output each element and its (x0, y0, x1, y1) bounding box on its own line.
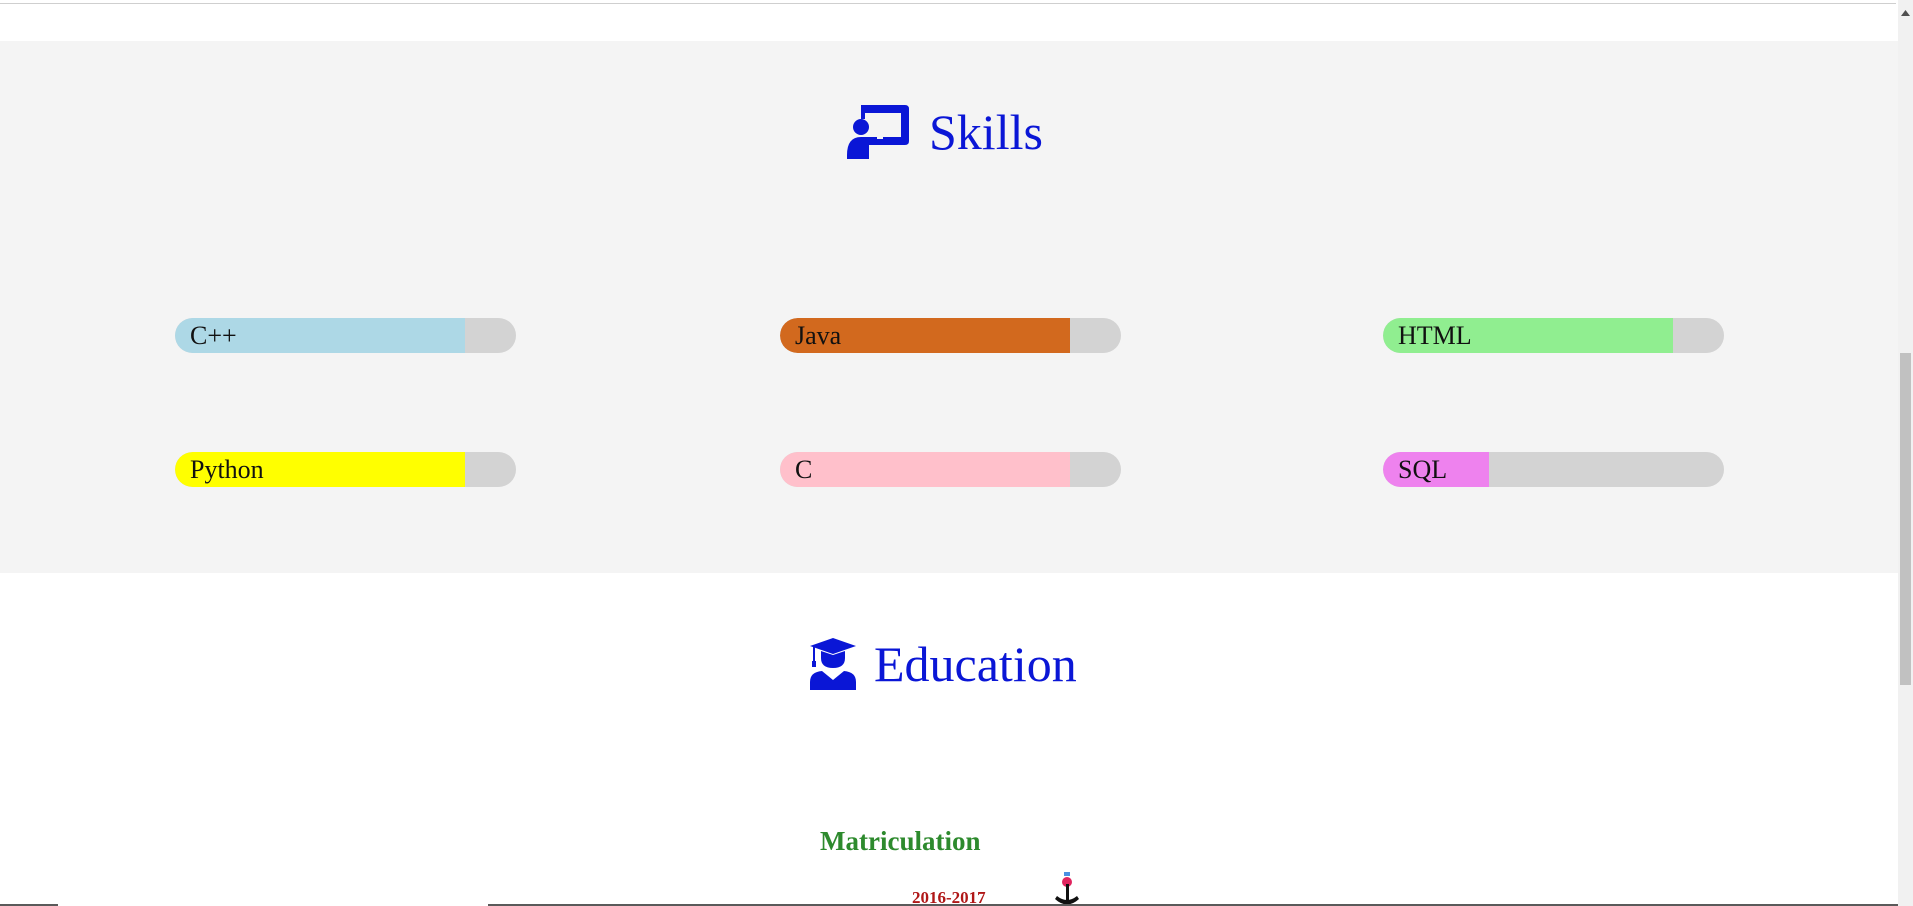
top-divider (0, 3, 1896, 4)
page-viewport: Skills C++ Java HTML Python C SQL Education M… (0, 0, 1913, 906)
skill-bar-c: C (780, 452, 1121, 487)
chalkboard-teacher-icon (847, 105, 909, 159)
skill-bar-sql: SQL (1383, 452, 1724, 487)
skill-name: C (795, 455, 813, 484)
skill-bar-html: HTML (1383, 318, 1724, 353)
skill-name: Java (795, 321, 842, 350)
skill-bar-cplus: C++ (175, 318, 516, 353)
scroll-thumb[interactable] (1900, 353, 1911, 685)
skill-bar-java: Java (780, 318, 1121, 353)
skill-name: SQL (1398, 455, 1448, 484)
skill-bar-python: Python (175, 452, 516, 487)
education-entry-title: Matriculation (820, 826, 981, 856)
vertical-scrollbar[interactable] (1898, 0, 1913, 906)
scroll-up-arrow-icon[interactable] (1898, 6, 1913, 20)
education-heading: Education (810, 638, 1077, 690)
skill-name: Python (190, 455, 264, 484)
user-graduate-icon (810, 638, 856, 690)
skills-heading: Skills (847, 105, 1043, 159)
skill-level-fill (780, 452, 1070, 487)
skill-name: HTML (1398, 321, 1472, 350)
skills-title: Skills (929, 104, 1043, 160)
skill-name: C++ (190, 321, 237, 350)
timeline-marker-icon (1055, 872, 1079, 906)
education-title: Education (874, 636, 1077, 692)
